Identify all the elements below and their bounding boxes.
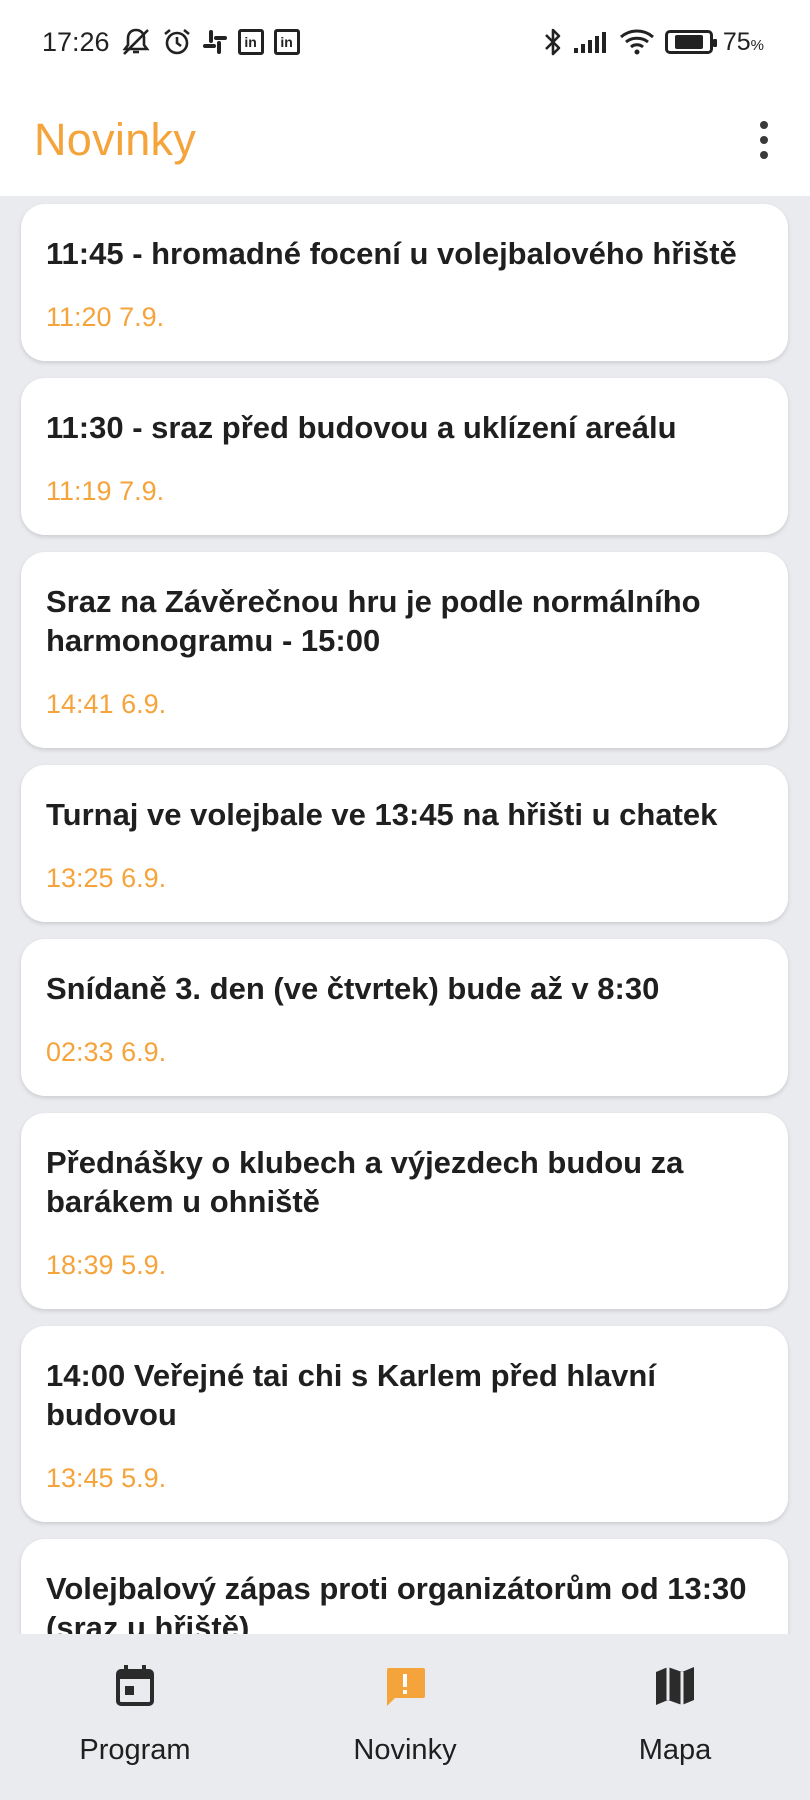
news-card[interactable]: 14:00 Veřejné tai chi s Karlem před hlav…: [21, 1326, 788, 1522]
bluetooth-icon: [543, 27, 563, 57]
nav-item-mapa[interactable]: Mapa: [540, 1634, 810, 1800]
status-bar-left: 17:26 in in: [42, 26, 300, 58]
alarm-icon: [162, 27, 192, 57]
battery-level: [674, 35, 704, 49]
news-card[interactable]: 11:45 - hromadné focení u volejbalového …: [21, 204, 788, 361]
linkedin-icon: in: [237, 29, 264, 55]
bottom-navigation: Program Novinky Mapa: [0, 1634, 810, 1800]
news-timestamp: 11:19 7.9.: [46, 476, 165, 506]
news-title: Volejbalový zápas proti organizátorům od…: [46, 1571, 747, 1634]
news-timestamp: 13:45 5.9.: [46, 1463, 167, 1493]
linkedin-icon: in: [273, 29, 300, 55]
news-timestamp: 02:33 6.9.: [46, 1037, 167, 1067]
nav-item-novinky[interactable]: Novinky: [270, 1634, 540, 1800]
slack-icon: [202, 29, 228, 55]
nav-label-novinky: Novinky: [353, 1734, 457, 1766]
battery-percent: 75%: [722, 27, 764, 56]
signal-icon: [573, 30, 609, 54]
map-icon: [656, 1667, 694, 1705]
news-title: Sraz na Závěrečnou hru je podle normální…: [46, 584, 701, 658]
status-bar: 17:26 in in 75%: [0, 0, 810, 84]
nav-label-program: Program: [79, 1734, 191, 1766]
nav-label-mapa: Mapa: [638, 1734, 712, 1766]
news-timestamp: 11:20 7.9.: [46, 302, 165, 332]
news-card[interactable]: Sraz na Závěrečnou hru je podle normální…: [21, 552, 788, 748]
news-title: 14:00 Veřejné tai chi s Karlem před hlav…: [46, 1358, 656, 1432]
news-feed[interactable]: 11:45 - hromadné focení u volejbalového …: [0, 196, 810, 1634]
news-timestamp: 13:25 6.9.: [46, 863, 167, 893]
news-title: 11:45 - hromadné focení u volejbalového …: [46, 236, 737, 271]
page-title: Novinky: [34, 114, 197, 165]
news-title: 11:30 - sraz před budovou a uklízení are…: [46, 410, 677, 445]
wifi-icon: [619, 28, 655, 56]
news-timestamp: 14:41 6.9.: [46, 689, 167, 719]
news-title: Přednášky o klubech a výjezdech budou za…: [46, 1145, 684, 1219]
battery-icon: [664, 30, 717, 54]
news-timestamp: 18:39 5.9.: [46, 1250, 167, 1280]
news-card[interactable]: 11:30 - sraz před budovou a uklízení are…: [21, 378, 788, 535]
news-card[interactable]: Volejbalový zápas proti organizátorům od…: [21, 1539, 788, 1634]
announcement-icon: [387, 1668, 425, 1706]
news-card[interactable]: Přednášky o klubech a výjezdech budou za…: [21, 1113, 788, 1309]
news-card[interactable]: Snídaně 3. den (ve čtvrtek) bude až v 8:…: [21, 939, 788, 1096]
news-title: Turnaj ve volejbale ve 13:45 na hřišti u…: [46, 797, 718, 832]
news-title: Snídaně 3. den (ve čtvrtek) bude až v 8:…: [46, 971, 660, 1006]
news-card[interactable]: Turnaj ve volejbale ve 13:45 na hřišti u…: [21, 765, 788, 922]
mute-icon: [120, 26, 152, 58]
status-bar-right: 75%: [543, 27, 764, 57]
clock: 17:26: [42, 26, 110, 57]
app-bar: Novinky: [0, 84, 810, 196]
calendar-icon: [116, 1665, 154, 1706]
more-vert-icon[interactable]: [744, 110, 784, 170]
nav-item-program[interactable]: Program: [0, 1634, 270, 1800]
